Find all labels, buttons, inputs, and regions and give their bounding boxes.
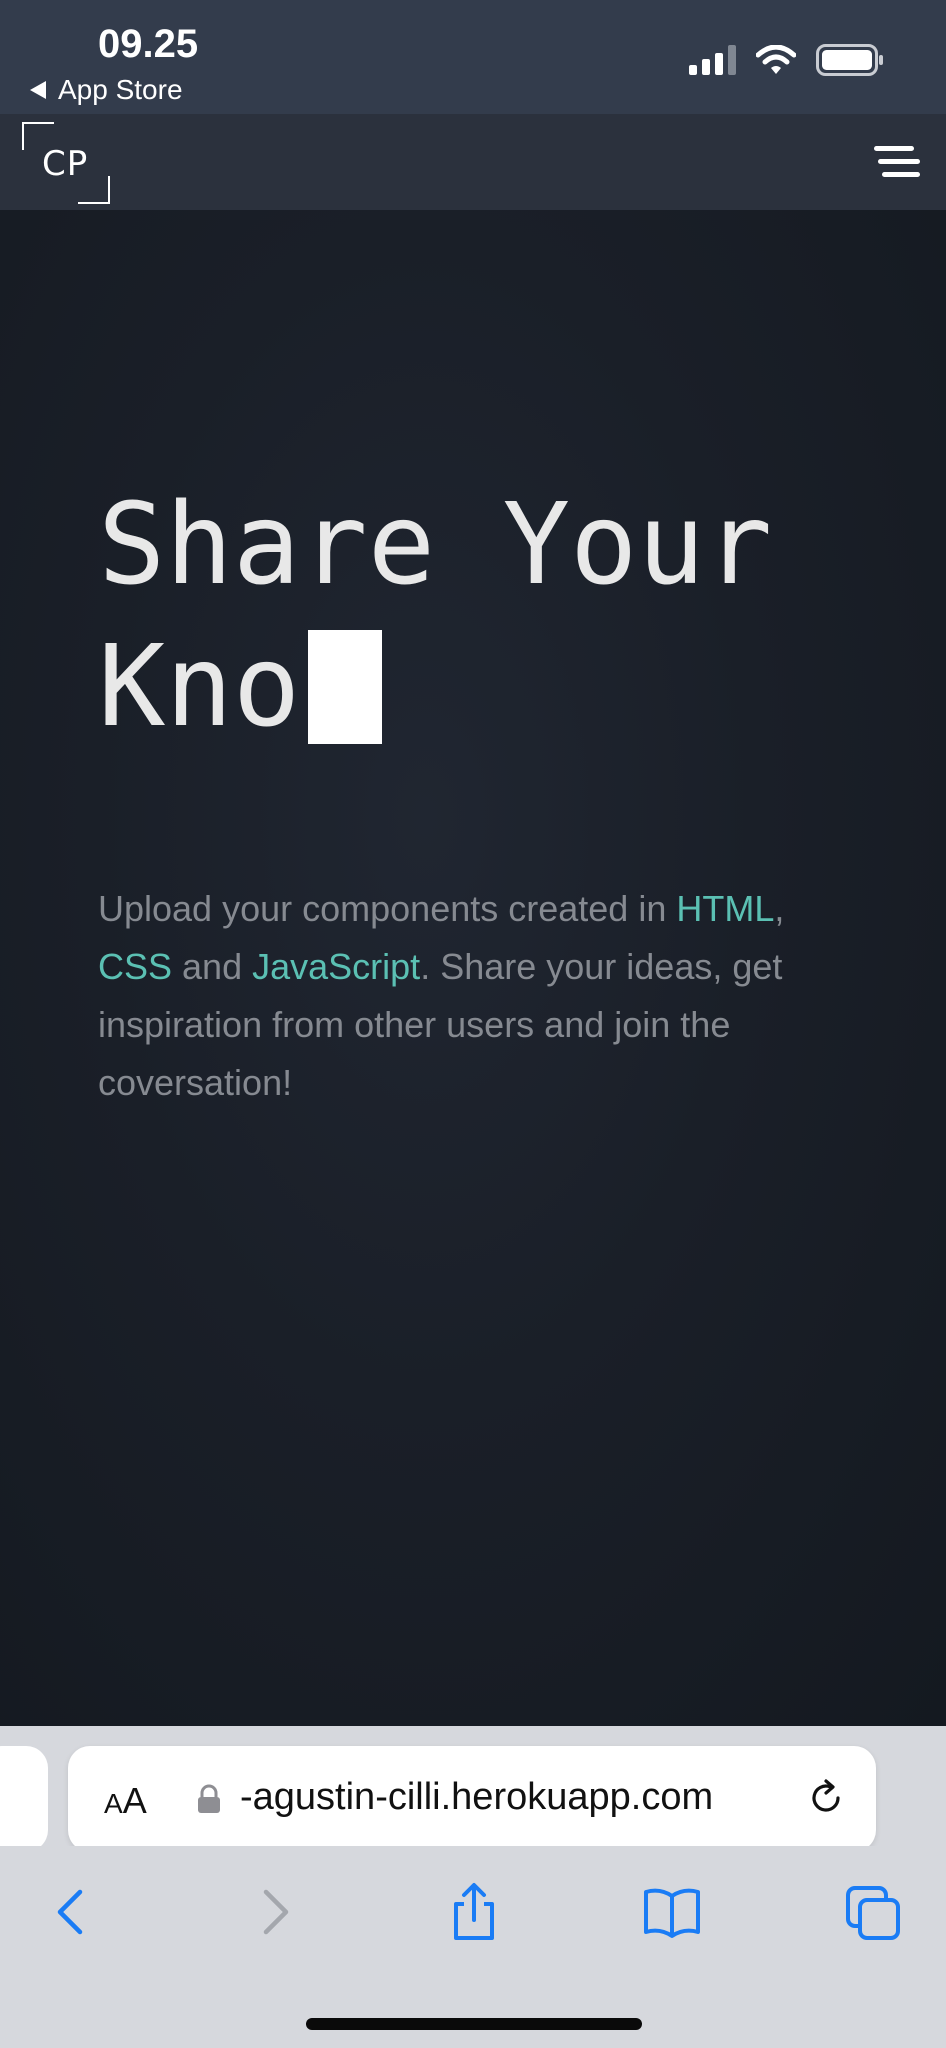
- aa-large: A: [122, 1780, 147, 1821]
- reader-options-button[interactable]: AA: [104, 1780, 147, 1822]
- reload-icon[interactable]: [806, 1778, 846, 1818]
- status-bar: 09.25 App Store: [0, 0, 946, 114]
- hero-title: Share Your Kno: [98, 474, 898, 758]
- bookmarks-icon[interactable]: [642, 1882, 702, 1942]
- phone-screen: 09.25 App Store CP Share Your Kno Upload…: [0, 0, 946, 2048]
- description-text: ,: [774, 888, 785, 929]
- back-to-app-store[interactable]: App Store: [30, 74, 183, 106]
- css-link: CSS: [98, 946, 173, 987]
- back-triangle-icon: [30, 81, 46, 99]
- battery-icon: [816, 44, 883, 76]
- browser-toolbar: [0, 1846, 946, 2048]
- url-text: -agustin-cilli.herokuapp.com: [240, 1776, 714, 1818]
- html-link: HTML: [676, 888, 775, 929]
- hero-title-line2: Kno: [98, 622, 301, 752]
- previous-tab-card[interactable]: [0, 1746, 48, 1852]
- forward-arrow-icon[interactable]: [244, 1882, 304, 1942]
- description-text: Upload your components created in: [98, 888, 677, 929]
- hero-description: Upload your components created in HTML, …: [98, 880, 798, 1112]
- wifi-icon: [756, 45, 796, 74]
- browser-address-area: AA -agustin-cilli.herokuapp.com: [0, 1726, 946, 1852]
- aa-small: A: [104, 1788, 123, 1819]
- home-indicator: [306, 2018, 642, 2030]
- menu-icon[interactable]: [874, 144, 920, 180]
- logo-corner-bottom-right: [78, 176, 110, 204]
- site-logo[interactable]: CP: [22, 122, 110, 204]
- description-text: and: [172, 946, 253, 987]
- javascript-link: JavaScript: [252, 946, 421, 987]
- site-header: CP: [0, 114, 946, 210]
- hero-title-line2-wrap: Kno: [98, 616, 898, 758]
- back-app-label: App Store: [58, 74, 183, 105]
- address-bar[interactable]: AA -agustin-cilli.herokuapp.com: [68, 1746, 876, 1852]
- tabs-icon[interactable]: [844, 1882, 904, 1942]
- hero-title-line1: Share Your: [98, 480, 773, 610]
- status-time: 09.25: [98, 22, 199, 66]
- share-icon[interactable]: [444, 1882, 504, 1942]
- lock-icon: [198, 1784, 220, 1813]
- hero-section: Share Your Kno Upload your components cr…: [0, 210, 946, 1726]
- typing-cursor: [308, 630, 383, 744]
- cellular-signal-icon: [689, 45, 736, 75]
- back-arrow-icon[interactable]: [42, 1882, 102, 1942]
- status-icons: [689, 44, 884, 76]
